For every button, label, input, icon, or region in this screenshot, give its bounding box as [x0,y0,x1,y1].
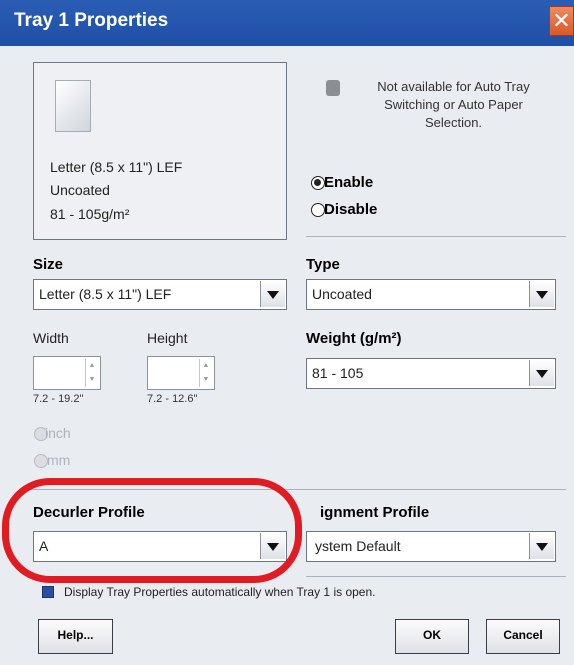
stepper-arrows[interactable]: ▲ ▼ [199,359,212,387]
availability-notice: Not available for Auto Tray Switching or… [377,79,530,130]
preview-size: Letter (8.5 x 11") LEF [50,159,183,175]
width-range: 7.2 - 19.2" [33,393,84,405]
ok-button[interactable]: OK [395,619,469,654]
size-label: Size [33,256,64,273]
height-stepper[interactable]: ▲ ▼ [147,356,215,390]
type-dropdown[interactable]: Uncoated [306,279,556,310]
disable-label: Disable [324,201,378,218]
size-value: Letter (8.5 x 11") LEF [39,286,172,302]
width-label: Width [33,330,69,346]
weight-label: Weight (g/m²) [306,330,402,347]
weight-value: 81 - 105 [312,365,364,381]
height-label: Height [147,330,188,346]
chevron-down-icon[interactable] [260,281,285,307]
preview-type: Uncoated [50,182,110,198]
chevron-down-icon[interactable] [529,533,554,559]
enable-radio[interactable] [311,176,325,190]
type-value: Uncoated [312,286,372,302]
window-title: Tray 1 Properties [14,10,169,31]
highlight-annotation [2,478,302,583]
info-icon [326,80,340,96]
auto-display-checkbox[interactable] [42,586,54,598]
title-bar: Tray 1 Properties ✕ [0,0,574,46]
alignment-value: ystem Default [315,538,401,554]
size-dropdown[interactable]: Letter (8.5 x 11") LEF [33,279,287,310]
auto-display-label: Display Tray Properties automatically wh… [64,585,376,599]
mm-radio[interactable] [34,454,48,468]
alignment-dropdown[interactable]: ystem Default [306,531,556,562]
chevron-down-icon[interactable] [529,360,554,386]
chevron-down-icon[interactable] [529,281,554,307]
height-range: 7.2 - 12.6" [147,393,198,405]
divider [306,236,566,237]
paper-icon [55,80,91,132]
paper-preview: Letter (8.5 x 11") LEF Uncoated 81 - 105… [33,62,287,240]
help-button[interactable]: Help... [38,619,113,654]
disable-radio[interactable] [311,203,325,217]
mm-label: mm [47,452,71,468]
enable-label: Enable [324,174,374,191]
inch-label: inch [45,425,71,441]
divider [306,576,566,577]
type-label: Type [306,256,340,273]
preview-weight: 81 - 105g/m² [50,206,130,222]
cancel-button[interactable]: Cancel [486,619,560,654]
weight-dropdown[interactable]: 81 - 105 [306,358,556,389]
stepper-arrows[interactable]: ▲ ▼ [85,359,98,387]
alignment-label: ignment Profile [320,504,430,521]
width-stepper[interactable]: ▲ ▼ [33,356,101,390]
close-button[interactable]: ✕ [549,6,574,36]
